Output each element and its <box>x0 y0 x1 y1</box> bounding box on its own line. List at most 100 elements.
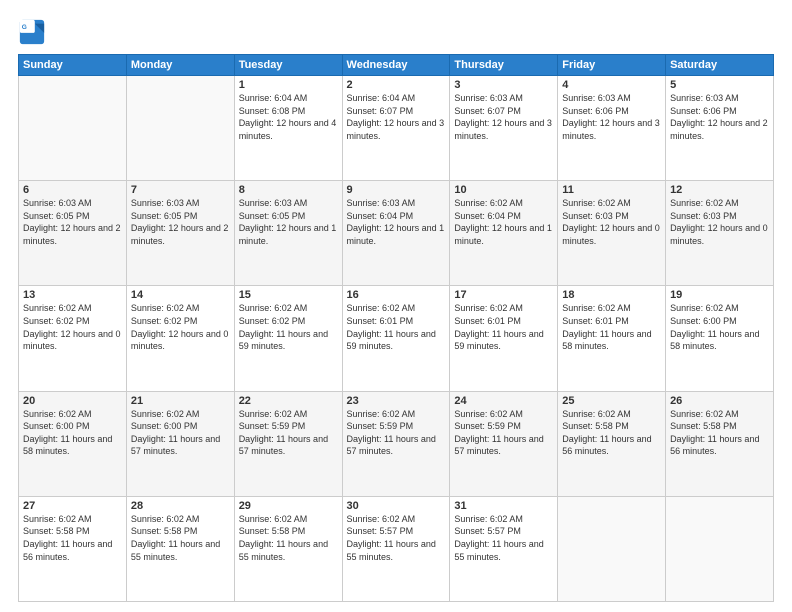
day-info: Sunrise: 6:02 AM Sunset: 5:57 PM Dayligh… <box>454 513 553 563</box>
day-info: Sunrise: 6:04 AM Sunset: 6:08 PM Dayligh… <box>239 92 338 142</box>
day-info: Sunrise: 6:02 AM Sunset: 6:01 PM Dayligh… <box>347 302 446 352</box>
day-info: Sunrise: 6:02 AM Sunset: 6:01 PM Dayligh… <box>562 302 661 352</box>
calendar-cell: 27Sunrise: 6:02 AM Sunset: 5:58 PM Dayli… <box>19 496 127 601</box>
day-number: 3 <box>454 79 553 91</box>
weekday-tuesday: Tuesday <box>234 55 342 76</box>
day-number: 28 <box>131 500 230 512</box>
calendar-cell <box>558 496 666 601</box>
calendar-cell: 16Sunrise: 6:02 AM Sunset: 6:01 PM Dayli… <box>342 286 450 391</box>
calendar-cell: 17Sunrise: 6:02 AM Sunset: 6:01 PM Dayli… <box>450 286 558 391</box>
day-number: 19 <box>670 289 769 301</box>
svg-text:G: G <box>22 24 27 31</box>
calendar-cell: 31Sunrise: 6:02 AM Sunset: 5:57 PM Dayli… <box>450 496 558 601</box>
day-number: 30 <box>347 500 446 512</box>
logo: G <box>18 18 50 46</box>
day-info: Sunrise: 6:02 AM Sunset: 5:58 PM Dayligh… <box>131 513 230 563</box>
header: G <box>18 18 774 46</box>
day-number: 27 <box>23 500 122 512</box>
day-number: 26 <box>670 395 769 407</box>
calendar-cell: 20Sunrise: 6:02 AM Sunset: 6:00 PM Dayli… <box>19 391 127 496</box>
calendar-cell: 9Sunrise: 6:03 AM Sunset: 6:04 PM Daylig… <box>342 181 450 286</box>
calendar-cell: 13Sunrise: 6:02 AM Sunset: 6:02 PM Dayli… <box>19 286 127 391</box>
calendar-page: G SundayMondayTuesdayWednesdayThursdayFr… <box>0 0 792 612</box>
day-info: Sunrise: 6:04 AM Sunset: 6:07 PM Dayligh… <box>347 92 446 142</box>
calendar-cell: 23Sunrise: 6:02 AM Sunset: 5:59 PM Dayli… <box>342 391 450 496</box>
day-info: Sunrise: 6:02 AM Sunset: 5:58 PM Dayligh… <box>670 408 769 458</box>
day-info: Sunrise: 6:02 AM Sunset: 6:03 PM Dayligh… <box>670 197 769 247</box>
day-info: Sunrise: 6:03 AM Sunset: 6:06 PM Dayligh… <box>562 92 661 142</box>
weekday-header-row: SundayMondayTuesdayWednesdayThursdayFrid… <box>19 55 774 76</box>
calendar-cell: 2Sunrise: 6:04 AM Sunset: 6:07 PM Daylig… <box>342 76 450 181</box>
weekday-friday: Friday <box>558 55 666 76</box>
day-number: 12 <box>670 184 769 196</box>
day-number: 7 <box>131 184 230 196</box>
day-number: 23 <box>347 395 446 407</box>
day-number: 21 <box>131 395 230 407</box>
day-info: Sunrise: 6:03 AM Sunset: 6:06 PM Dayligh… <box>670 92 769 142</box>
calendar-cell: 25Sunrise: 6:02 AM Sunset: 5:58 PM Dayli… <box>558 391 666 496</box>
day-info: Sunrise: 6:02 AM Sunset: 5:57 PM Dayligh… <box>347 513 446 563</box>
calendar-cell: 22Sunrise: 6:02 AM Sunset: 5:59 PM Dayli… <box>234 391 342 496</box>
day-number: 20 <box>23 395 122 407</box>
calendar-cell: 28Sunrise: 6:02 AM Sunset: 5:58 PM Dayli… <box>126 496 234 601</box>
calendar-cell: 24Sunrise: 6:02 AM Sunset: 5:59 PM Dayli… <box>450 391 558 496</box>
calendar-cell: 19Sunrise: 6:02 AM Sunset: 6:00 PM Dayli… <box>666 286 774 391</box>
day-info: Sunrise: 6:02 AM Sunset: 5:59 PM Dayligh… <box>239 408 338 458</box>
day-number: 5 <box>670 79 769 91</box>
day-number: 4 <box>562 79 661 91</box>
calendar-cell <box>666 496 774 601</box>
calendar-cell: 6Sunrise: 6:03 AM Sunset: 6:05 PM Daylig… <box>19 181 127 286</box>
day-number: 9 <box>347 184 446 196</box>
day-number: 16 <box>347 289 446 301</box>
day-number: 18 <box>562 289 661 301</box>
week-row-1: 1Sunrise: 6:04 AM Sunset: 6:08 PM Daylig… <box>19 76 774 181</box>
day-number: 29 <box>239 500 338 512</box>
calendar-cell: 8Sunrise: 6:03 AM Sunset: 6:05 PM Daylig… <box>234 181 342 286</box>
day-info: Sunrise: 6:02 AM Sunset: 6:03 PM Dayligh… <box>562 197 661 247</box>
calendar-cell: 26Sunrise: 6:02 AM Sunset: 5:58 PM Dayli… <box>666 391 774 496</box>
day-number: 13 <box>23 289 122 301</box>
calendar-cell: 1Sunrise: 6:04 AM Sunset: 6:08 PM Daylig… <box>234 76 342 181</box>
day-info: Sunrise: 6:03 AM Sunset: 6:05 PM Dayligh… <box>131 197 230 247</box>
calendar-cell: 21Sunrise: 6:02 AM Sunset: 6:00 PM Dayli… <box>126 391 234 496</box>
week-row-3: 13Sunrise: 6:02 AM Sunset: 6:02 PM Dayli… <box>19 286 774 391</box>
calendar-cell: 15Sunrise: 6:02 AM Sunset: 6:02 PM Dayli… <box>234 286 342 391</box>
calendar-cell: 5Sunrise: 6:03 AM Sunset: 6:06 PM Daylig… <box>666 76 774 181</box>
calendar-cell: 7Sunrise: 6:03 AM Sunset: 6:05 PM Daylig… <box>126 181 234 286</box>
week-row-5: 27Sunrise: 6:02 AM Sunset: 5:58 PM Dayli… <box>19 496 774 601</box>
day-number: 14 <box>131 289 230 301</box>
day-number: 8 <box>239 184 338 196</box>
day-info: Sunrise: 6:02 AM Sunset: 6:04 PM Dayligh… <box>454 197 553 247</box>
week-row-4: 20Sunrise: 6:02 AM Sunset: 6:00 PM Dayli… <box>19 391 774 496</box>
day-number: 24 <box>454 395 553 407</box>
day-info: Sunrise: 6:02 AM Sunset: 6:00 PM Dayligh… <box>670 302 769 352</box>
day-info: Sunrise: 6:02 AM Sunset: 5:59 PM Dayligh… <box>347 408 446 458</box>
day-info: Sunrise: 6:02 AM Sunset: 6:00 PM Dayligh… <box>23 408 122 458</box>
day-number: 25 <box>562 395 661 407</box>
calendar-cell: 11Sunrise: 6:02 AM Sunset: 6:03 PM Dayli… <box>558 181 666 286</box>
day-info: Sunrise: 6:02 AM Sunset: 5:58 PM Dayligh… <box>23 513 122 563</box>
day-number: 10 <box>454 184 553 196</box>
calendar-cell <box>126 76 234 181</box>
calendar-cell: 14Sunrise: 6:02 AM Sunset: 6:02 PM Dayli… <box>126 286 234 391</box>
calendar-cell: 18Sunrise: 6:02 AM Sunset: 6:01 PM Dayli… <box>558 286 666 391</box>
weekday-thursday: Thursday <box>450 55 558 76</box>
calendar-cell <box>19 76 127 181</box>
calendar-cell: 3Sunrise: 6:03 AM Sunset: 6:07 PM Daylig… <box>450 76 558 181</box>
calendar-cell: 29Sunrise: 6:02 AM Sunset: 5:58 PM Dayli… <box>234 496 342 601</box>
weekday-wednesday: Wednesday <box>342 55 450 76</box>
calendar-cell: 30Sunrise: 6:02 AM Sunset: 5:57 PM Dayli… <box>342 496 450 601</box>
day-number: 6 <box>23 184 122 196</box>
calendar-cell: 4Sunrise: 6:03 AM Sunset: 6:06 PM Daylig… <box>558 76 666 181</box>
day-info: Sunrise: 6:02 AM Sunset: 6:01 PM Dayligh… <box>454 302 553 352</box>
logo-icon: G <box>18 18 46 46</box>
day-number: 11 <box>562 184 661 196</box>
day-number: 1 <box>239 79 338 91</box>
day-info: Sunrise: 6:02 AM Sunset: 5:59 PM Dayligh… <box>454 408 553 458</box>
day-info: Sunrise: 6:03 AM Sunset: 6:05 PM Dayligh… <box>23 197 122 247</box>
calendar-table: SundayMondayTuesdayWednesdayThursdayFrid… <box>18 54 774 602</box>
day-info: Sunrise: 6:03 AM Sunset: 6:07 PM Dayligh… <box>454 92 553 142</box>
day-info: Sunrise: 6:02 AM Sunset: 5:58 PM Dayligh… <box>239 513 338 563</box>
day-number: 22 <box>239 395 338 407</box>
calendar-cell: 10Sunrise: 6:02 AM Sunset: 6:04 PM Dayli… <box>450 181 558 286</box>
